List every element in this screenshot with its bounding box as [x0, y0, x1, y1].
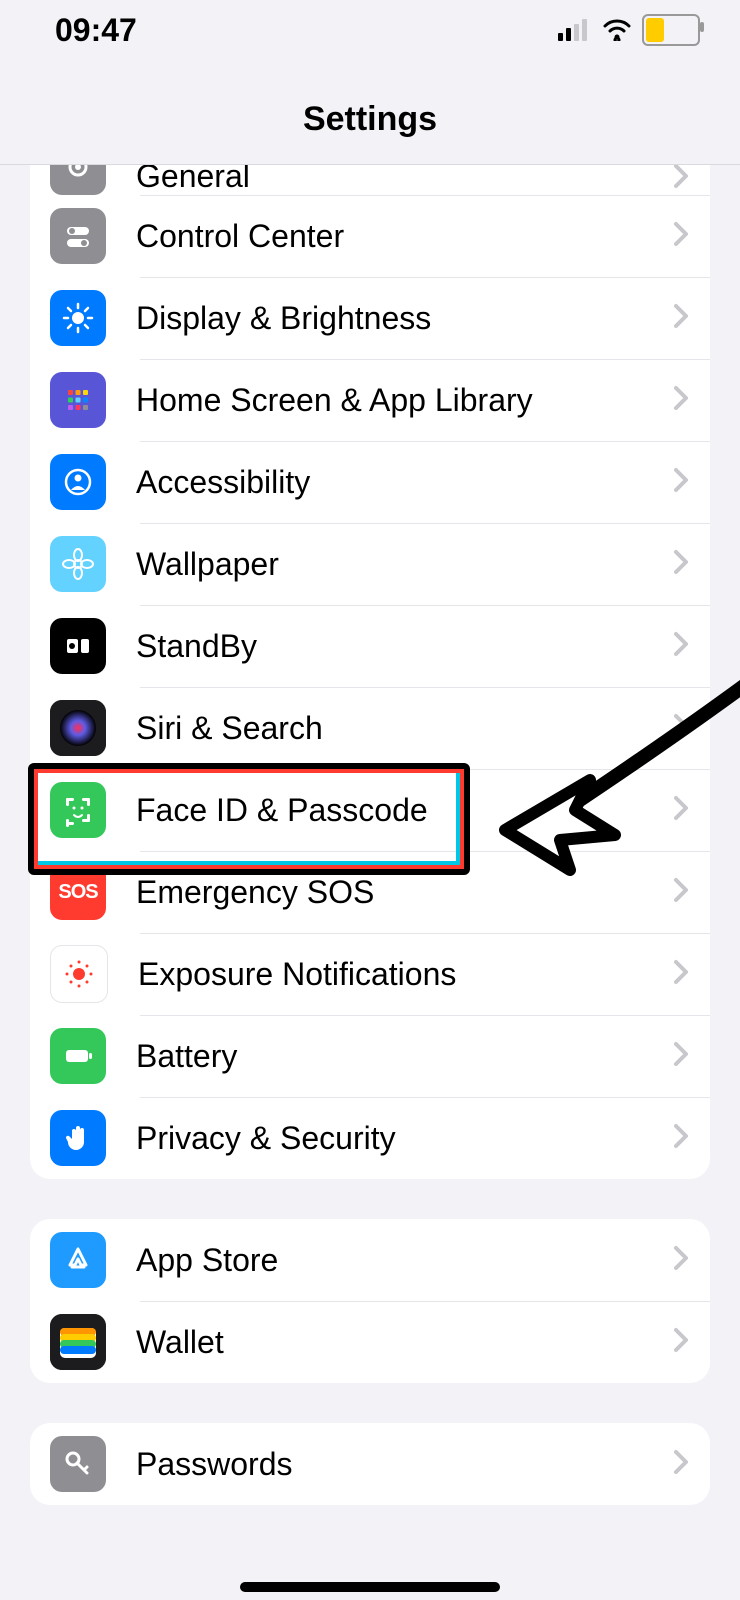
- row-siri-search[interactable]: Siri & Search: [30, 687, 710, 769]
- page-title: Settings: [0, 60, 740, 165]
- row-general[interactable]: General: [30, 165, 710, 195]
- appstore-icon: [50, 1232, 106, 1288]
- home-indicator[interactable]: [240, 1582, 500, 1592]
- gear-icon: [50, 165, 106, 195]
- row-label: Passwords: [136, 1446, 672, 1483]
- toggles-icon: [50, 208, 106, 264]
- row-label: Home Screen & App Library: [136, 382, 672, 419]
- row-wallet[interactable]: Wallet: [30, 1301, 710, 1383]
- chevron-right-icon: [672, 165, 690, 195]
- grid-icon: [50, 372, 106, 428]
- siri-icon: [50, 700, 106, 756]
- chevron-right-icon: [672, 302, 690, 335]
- status-bar: 09:47: [0, 0, 740, 60]
- chevron-right-icon: [672, 630, 690, 663]
- chevron-right-icon: [672, 220, 690, 253]
- standby-icon: [50, 618, 106, 674]
- row-app-store[interactable]: App Store: [30, 1219, 710, 1301]
- settings-group: App Store Wallet: [30, 1219, 710, 1383]
- row-accessibility[interactable]: Accessibility: [30, 441, 710, 523]
- sun-icon: [50, 290, 106, 346]
- row-exposure[interactable]: Exposure Notifications: [30, 933, 710, 1015]
- chevron-right-icon: [672, 1326, 690, 1359]
- status-time: 09:47: [55, 12, 137, 49]
- row-face-id[interactable]: Face ID & Passcode: [30, 769, 710, 851]
- row-label: Face ID & Passcode: [136, 792, 672, 829]
- battery-icon: [642, 14, 700, 46]
- chevron-right-icon: [672, 958, 690, 991]
- flower-icon: [50, 536, 106, 592]
- row-label: StandBy: [136, 628, 672, 665]
- battery-icon: [50, 1028, 106, 1084]
- settings-group: General Control Center Display & Brightnes…: [30, 165, 710, 1179]
- chevron-right-icon: [672, 712, 690, 745]
- row-label: Accessibility: [136, 464, 672, 501]
- row-label: Emergency SOS: [136, 874, 672, 911]
- row-emergency-sos[interactable]: SOS Emergency SOS: [30, 851, 710, 933]
- face-icon: [50, 782, 106, 838]
- row-label: Privacy & Security: [136, 1120, 672, 1157]
- chevron-right-icon: [672, 1122, 690, 1155]
- chevron-right-icon: [672, 1244, 690, 1277]
- hand-icon: [50, 1110, 106, 1166]
- row-home-screen[interactable]: Home Screen & App Library: [30, 359, 710, 441]
- chevron-right-icon: [672, 384, 690, 417]
- row-label: Control Center: [136, 218, 672, 255]
- chevron-right-icon: [672, 794, 690, 827]
- sos-icon: SOS: [50, 864, 106, 920]
- key-icon: [50, 1436, 106, 1492]
- person-icon: [50, 454, 106, 510]
- row-control-center[interactable]: Control Center: [30, 195, 710, 277]
- cellular-icon: [558, 19, 592, 41]
- exposure-icon: [50, 945, 108, 1003]
- row-label: Siri & Search: [136, 710, 672, 747]
- chevron-right-icon: [672, 548, 690, 581]
- row-label: Display & Brightness: [136, 300, 672, 337]
- row-standby[interactable]: StandBy: [30, 605, 710, 687]
- wifi-icon: [602, 19, 632, 41]
- chevron-right-icon: [672, 1040, 690, 1073]
- row-display-brightness[interactable]: Display & Brightness: [30, 277, 710, 359]
- row-label: Wallpaper: [136, 546, 672, 583]
- row-passwords[interactable]: Passwords: [30, 1423, 710, 1505]
- settings-group: Passwords: [30, 1423, 710, 1505]
- wallet-icon: [50, 1314, 106, 1370]
- chevron-right-icon: [672, 1448, 690, 1481]
- row-label: App Store: [136, 1242, 672, 1279]
- row-label: General: [136, 165, 672, 195]
- chevron-right-icon: [672, 466, 690, 499]
- row-battery[interactable]: Battery: [30, 1015, 710, 1097]
- chevron-right-icon: [672, 876, 690, 909]
- row-label: Battery: [136, 1038, 672, 1075]
- row-wallpaper[interactable]: Wallpaper: [30, 523, 710, 605]
- row-label: Wallet: [136, 1324, 672, 1361]
- row-label: Exposure Notifications: [138, 956, 672, 993]
- row-privacy[interactable]: Privacy & Security: [30, 1097, 710, 1179]
- status-icons: [558, 14, 700, 46]
